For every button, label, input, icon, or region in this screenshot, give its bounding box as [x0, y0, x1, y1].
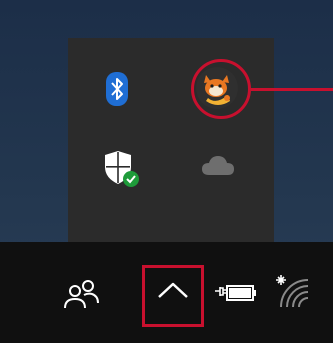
onedrive-cloud-icon[interactable]	[201, 153, 235, 177]
highlight-box	[142, 265, 204, 327]
wifi-no-connection-icon[interactable]	[275, 274, 309, 310]
people-icon[interactable]	[64, 279, 100, 309]
highlight-ring	[191, 59, 251, 119]
battery-charging-icon[interactable]	[214, 282, 258, 304]
windows-security-icon[interactable]	[104, 150, 140, 188]
callout-line	[251, 88, 333, 91]
bluetooth-icon[interactable]	[106, 72, 128, 106]
